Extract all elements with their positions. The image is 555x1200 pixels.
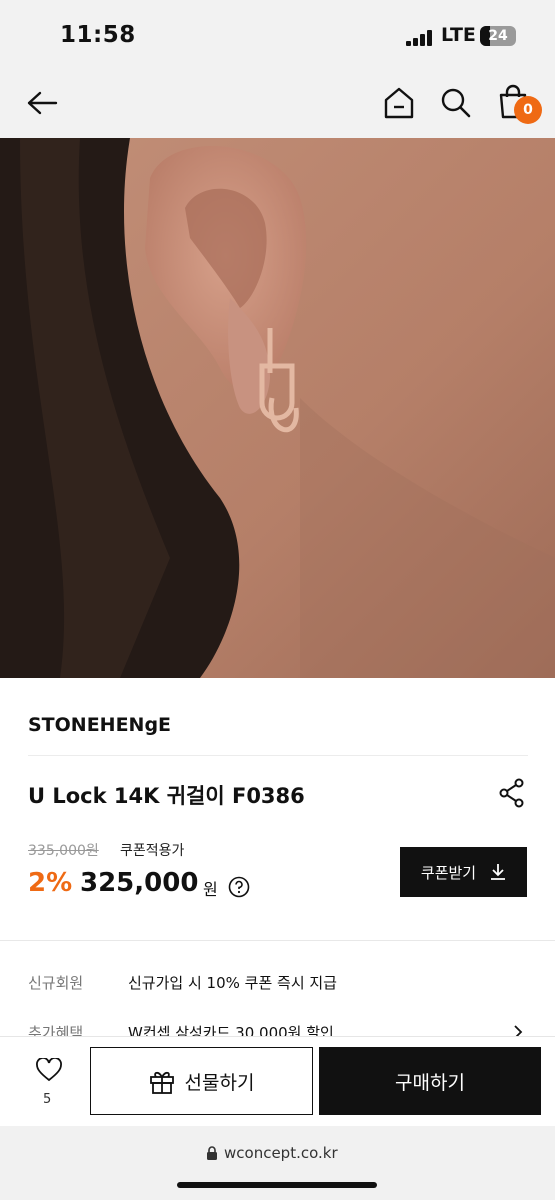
home-icon[interactable] xyxy=(383,86,415,120)
currency-unit: 원 xyxy=(203,880,218,899)
benefit-value: 신규가입 시 10% 쿠폰 즉시 지급 xyxy=(128,974,337,992)
download-icon xyxy=(491,864,506,880)
lock-icon xyxy=(207,1146,217,1160)
share-icon[interactable] xyxy=(498,778,526,808)
sale-price: 325,000 xyxy=(80,868,199,898)
battery-level: 24 xyxy=(488,28,508,44)
buy-button-label: 구매하기 xyxy=(395,1071,465,1094)
cart-count-badge: 0 xyxy=(514,96,542,124)
product-title: U Lock 14K 귀걸이 F0386 xyxy=(28,784,305,808)
coupon-button-label: 쿠폰받기 xyxy=(420,863,477,882)
heart-icon xyxy=(36,1057,62,1082)
gift-button-label: 선물하기 xyxy=(184,1071,255,1094)
benefit-label: 신규회원 xyxy=(28,974,84,992)
network-label: LTE xyxy=(441,24,476,46)
wishlist-button[interactable] xyxy=(20,1057,78,1086)
search-icon[interactable] xyxy=(440,86,472,120)
back-icon[interactable] xyxy=(24,87,58,119)
browser-bar xyxy=(0,1126,555,1200)
original-price: 335,000원 xyxy=(28,843,99,859)
brand-name[interactable]: STONEHENgE xyxy=(28,714,171,736)
gift-button[interactable]: 선물하기 xyxy=(90,1047,313,1115)
status-bar: 11:58 LTE 24 xyxy=(0,0,555,70)
app-header xyxy=(0,70,555,138)
battery-icon: 24 xyxy=(480,26,516,46)
url-bar[interactable]: wconcept.co.kr xyxy=(206,1144,338,1162)
help-icon[interactable] xyxy=(228,876,250,898)
buy-button[interactable]: 구매하기 xyxy=(319,1047,541,1115)
signal-icon xyxy=(406,30,434,46)
url-text: wconcept.co.kr xyxy=(224,1144,338,1162)
divider xyxy=(28,755,528,756)
coupon-download-button[interactable]: 쿠폰받기 xyxy=(400,847,527,897)
model-ear-photo xyxy=(0,138,555,678)
home-indicator[interactable] xyxy=(177,1182,377,1188)
coupon-price-note: 쿠폰적용가 xyxy=(120,843,185,859)
product-image[interactable] xyxy=(0,138,555,678)
discount-rate: 2% xyxy=(28,868,73,898)
gift-icon xyxy=(149,1071,174,1094)
section-divider xyxy=(0,940,555,941)
wishlist-count: 5 xyxy=(43,1092,52,1107)
status-time: 11:58 xyxy=(60,22,136,48)
